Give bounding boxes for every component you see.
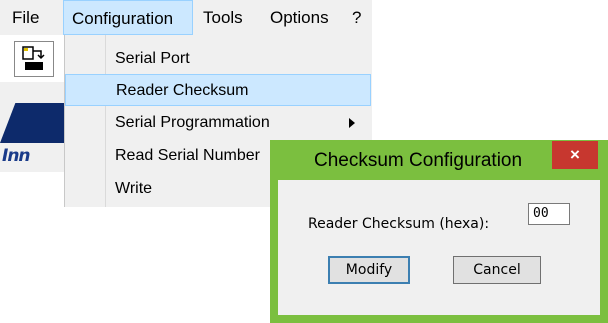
dialog-body: Reader Checksum (hexa): 00 Modify Cancel	[278, 180, 600, 315]
menu-item-label: Serial Programmation	[115, 114, 270, 131]
menu-item-reader-checksum[interactable]: Reader Checksum	[65, 74, 371, 106]
menu-item-label: Reader Checksum	[116, 82, 249, 99]
menu-file[interactable]: File	[12, 0, 39, 35]
menu-item-label: Serial Port	[115, 50, 190, 67]
open-file-icon	[22, 46, 45, 70]
company-logo-text: Inn	[2, 146, 31, 166]
menu-options[interactable]: Options	[270, 0, 329, 35]
menu-configuration[interactable]: Configuration	[63, 0, 193, 35]
menu-item-serial-port[interactable]: Serial Port	[65, 43, 371, 75]
open-file-toolbar-button[interactable]	[14, 41, 54, 77]
close-button[interactable]: ×	[552, 141, 598, 169]
reader-checksum-input[interactable]: 00	[528, 203, 570, 225]
menu-item-label: Write	[115, 180, 153, 197]
close-icon: ×	[570, 145, 580, 164]
submenu-arrow-icon	[349, 118, 355, 128]
menu-bar: File Configuration Tools Options ?	[0, 0, 372, 35]
dialog-title: Checksum Configuration	[314, 150, 523, 171]
menu-item-serial-programmation[interactable]: Serial Programmation	[65, 107, 371, 139]
checksum-configuration-dialog: Checksum Configuration × Reader Checksum…	[270, 140, 608, 323]
menu-tools[interactable]: Tools	[203, 0, 243, 35]
cancel-button[interactable]: Cancel	[453, 256, 541, 284]
reader-checksum-label: Reader Checksum (hexa):	[308, 216, 490, 232]
modify-button[interactable]: Modify	[328, 256, 410, 284]
menu-item-label: Read Serial Number	[115, 147, 260, 164]
menu-help[interactable]: ?	[352, 0, 361, 35]
